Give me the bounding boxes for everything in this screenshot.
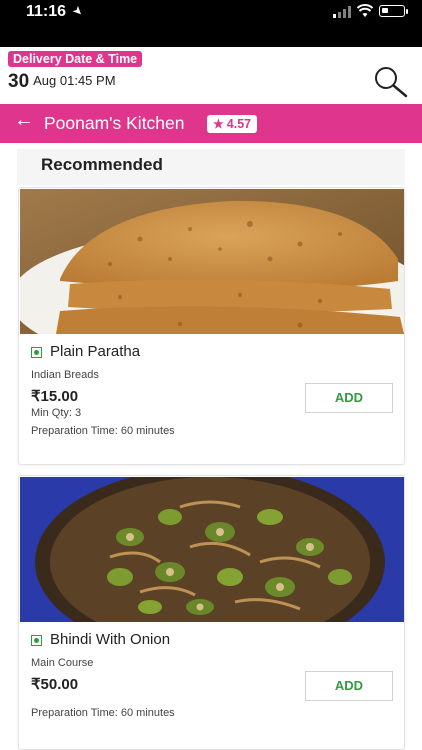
item-price: ₹15.00: [31, 388, 79, 405]
menu-item-card[interactable]: Bhindi With Onion Main Course ₹50.00 Pre…: [18, 475, 405, 750]
menu-content[interactable]: Recommended Plain Paratha Indian Breads …: [0, 143, 422, 750]
cellular-signal-icon: [333, 6, 353, 18]
wifi-icon: [357, 4, 373, 17]
add-button[interactable]: ADD: [305, 383, 393, 413]
item-image-bhindi: [20, 477, 404, 622]
status-bar: 11:16 ➤: [0, 0, 422, 47]
item-prep-time: Preparation Time: 60 minutes: [31, 707, 175, 719]
item-name: Plain Paratha: [50, 343, 141, 360]
veg-indicator-icon: [31, 347, 42, 358]
delivery-month-time: Aug 01:45 PM: [33, 73, 116, 88]
restaurant-name: Poonam's Kitchen: [44, 113, 185, 133]
menu-item-card[interactable]: Plain Paratha Indian Breads ₹15.00 Min Q…: [18, 187, 405, 465]
rating-badge: ★ 4.57: [207, 115, 258, 133]
status-time: 11:16: [26, 3, 67, 20]
section-header: Recommended: [17, 149, 405, 185]
item-name: Bhindi With Onion: [50, 631, 171, 648]
item-image-paratha: [20, 189, 404, 334]
delivery-day: 30: [8, 71, 30, 92]
item-prep-time: Preparation Time: 60 minutes: [31, 425, 175, 437]
rating-value: 4.57: [226, 117, 252, 131]
item-price: ₹50.00: [31, 676, 79, 693]
restaurant-header: ← Poonam's Kitchen ★ 4.57: [0, 104, 422, 143]
delivery-date-time[interactable]: 30 Aug 01:45 PM: [8, 71, 116, 93]
item-min-qty: Min Qty: 3: [31, 407, 82, 419]
add-button[interactable]: ADD: [305, 671, 393, 701]
search-icon[interactable]: [372, 65, 410, 99]
section-title: Recommended: [41, 155, 163, 174]
star-icon: ★: [213, 117, 224, 131]
back-arrow-icon[interactable]: ←: [14, 109, 34, 132]
battery-icon: [379, 5, 408, 17]
delivery-bar[interactable]: Delivery Date & Time 30 Aug 01:45 PM: [0, 47, 422, 104]
veg-indicator-icon: [31, 635, 42, 646]
location-arrow-icon: ➤: [69, 2, 87, 20]
item-category: Main Course: [31, 657, 94, 669]
item-category: Indian Breads: [31, 369, 99, 381]
delivery-badge: Delivery Date & Time: [8, 51, 143, 67]
